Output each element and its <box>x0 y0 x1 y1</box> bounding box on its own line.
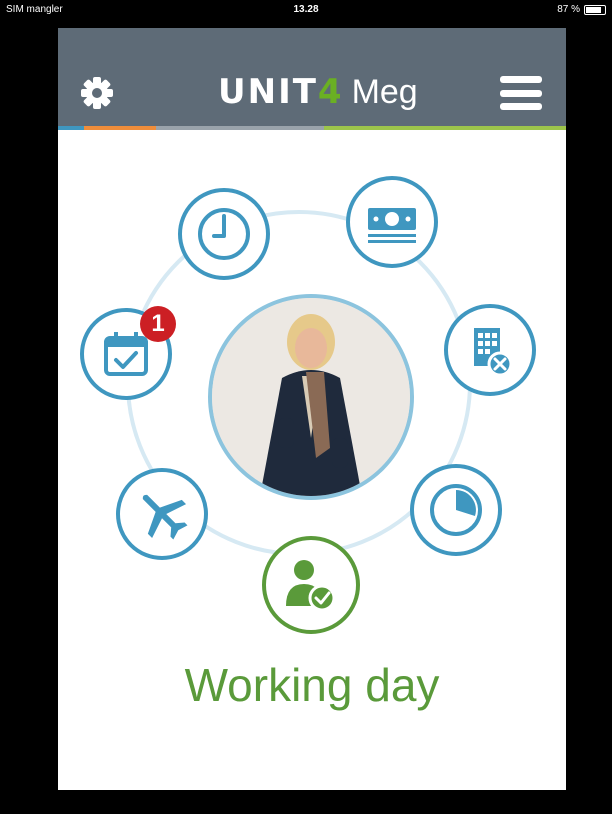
app-header: UNIT4 Meg <box>58 28 566 126</box>
gear-icon <box>81 77 113 109</box>
hamburger-menu-icon <box>500 76 542 83</box>
hamburger-line <box>500 89 542 97</box>
strip-segment <box>58 126 84 130</box>
battery-fill <box>586 6 601 13</box>
menu-button[interactable] <box>500 76 542 110</box>
profile-photo[interactable] <box>208 294 414 500</box>
battery-icon <box>584 4 606 15</box>
pie-chart-icon <box>430 484 482 536</box>
absence-button[interactable] <box>444 304 536 396</box>
logo-brand-text: UNIT <box>218 72 318 112</box>
person-check-icon <box>286 560 336 612</box>
settings-button[interactable] <box>80 76 114 110</box>
battery-percent: 87 % <box>557 4 580 15</box>
strip-segment <box>156 126 324 130</box>
clock-label: 13.28 <box>293 4 319 15</box>
logo-brand: UNIT4 <box>218 72 344 112</box>
building-remove-icon <box>474 328 513 377</box>
travel-button[interactable] <box>116 468 208 560</box>
reports-button[interactable] <box>410 464 502 556</box>
expenses-button[interactable] <box>346 176 438 268</box>
app-window: UNIT4 Meg 1 Working day <box>58 28 566 790</box>
clock-icon <box>198 208 250 260</box>
logo-four: 4 <box>317 72 344 112</box>
presence-status-label: Working day <box>184 659 440 711</box>
status-bar: SIM mangler 13.28 87 % <box>0 0 612 22</box>
notification-badge: 1 <box>140 306 176 342</box>
status-right: 87 % <box>557 4 606 15</box>
strip-segment <box>324 126 566 130</box>
logo-sub: Meg <box>351 73 418 111</box>
color-strip <box>58 126 566 130</box>
money-icon <box>368 208 416 243</box>
hamburger-line <box>500 103 542 110</box>
presence-button[interactable] <box>262 536 360 634</box>
time-button[interactable] <box>178 188 270 280</box>
strip-segment <box>84 126 156 130</box>
app-logo: UNIT4 Meg <box>218 72 418 112</box>
airplane-icon <box>142 494 188 540</box>
avatar <box>212 298 410 496</box>
